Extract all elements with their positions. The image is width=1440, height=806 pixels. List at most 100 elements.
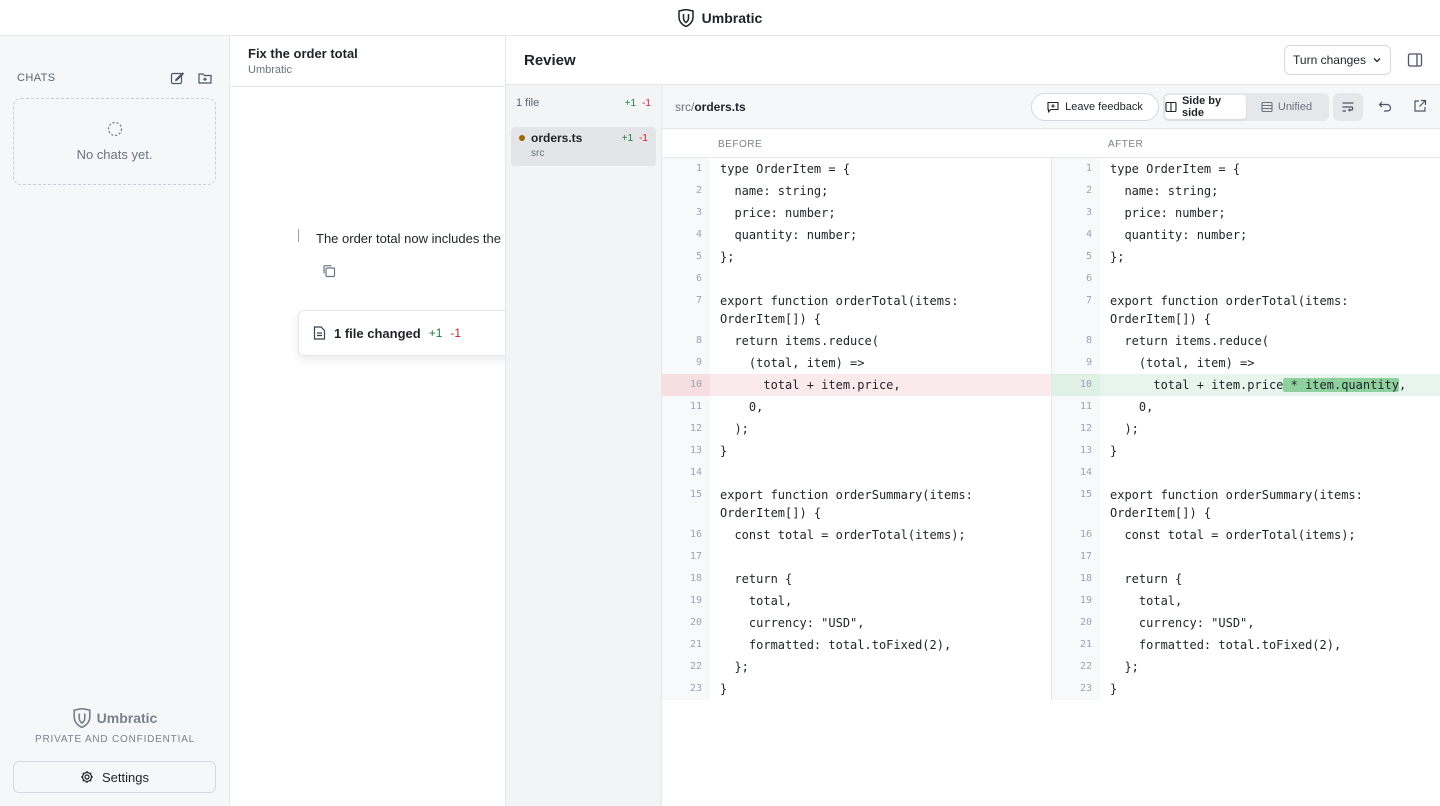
review-header: Review Turn changes	[506, 36, 1440, 85]
line-code: formatted: total.toFixed(2),	[1110, 638, 1342, 652]
added-line[interactable]: 10 total + item.price * item.quantity,	[1052, 374, 1440, 396]
code-line[interactable]: 5};	[1052, 246, 1440, 268]
code-line[interactable]: 2 name: string;	[662, 180, 1051, 202]
line-number: 5	[1052, 246, 1100, 268]
code-line[interactable]: 3 price: number;	[1052, 202, 1440, 224]
deleted-line[interactable]: 10 total + item.price,	[662, 374, 1051, 396]
code-line[interactable]: 20 currency: "USD",	[662, 612, 1051, 634]
code-line[interactable]: 11 0,	[662, 396, 1051, 418]
code-line[interactable]: 20 currency: "USD",	[1052, 612, 1440, 634]
code-line[interactable]: 16 const total = orderTotal(items);	[662, 524, 1051, 546]
code-line[interactable]: 23}	[1052, 678, 1440, 700]
line-number: 13	[662, 440, 710, 462]
code-line[interactable]: 21 formatted: total.toFixed(2),	[1052, 634, 1440, 656]
code-line[interactable]: 1 type OrderItem = {	[1052, 158, 1440, 180]
chats-header: CHATS	[17, 70, 213, 86]
assistant-message: The order total now includes the	[316, 231, 501, 246]
open-external-icon[interactable]	[1413, 99, 1429, 115]
line-code: const total = orderTotal(items);	[720, 528, 966, 542]
line-number: 7	[662, 290, 710, 330]
rows-icon	[1261, 101, 1273, 113]
side-by-side-option[interactable]: Side by side	[1165, 95, 1246, 119]
code-line[interactable]: 14	[1052, 462, 1440, 484]
code-line[interactable]: 12 );	[1052, 418, 1440, 440]
code-line[interactable]: 21 formatted: total.toFixed(2),	[662, 634, 1051, 656]
code-line[interactable]: 19 total,	[1052, 590, 1440, 612]
line-number: 15	[662, 484, 710, 524]
line-code: type OrderItem = {	[720, 162, 851, 176]
line-number: 9	[1052, 352, 1100, 374]
wrap-lines-button[interactable]	[1333, 93, 1363, 121]
view-mode-toggle: Side by side Unified	[1163, 93, 1329, 121]
chats-label: CHATS	[17, 72, 56, 84]
code-line[interactable]: 13}	[662, 440, 1051, 462]
line-code: formatted: total.toFixed(2),	[720, 638, 952, 652]
code-line[interactable]: 17	[1052, 546, 1440, 568]
undo-icon[interactable]	[1378, 99, 1394, 115]
code-line[interactable]: 9 (total, item) =>	[662, 352, 1051, 374]
code-line[interactable]: 19 total,	[662, 590, 1051, 612]
line-code: export function orderSummary(items: Orde…	[720, 488, 981, 520]
turn-changes-dropdown[interactable]: Turn changes	[1284, 45, 1391, 75]
file-list-item[interactable]: orders.ts +1 -1 src	[511, 127, 656, 166]
code-line[interactable]: 2 name: string;	[1052, 180, 1440, 202]
code-line[interactable]: 12 );	[662, 418, 1051, 440]
line-number: 20	[1052, 612, 1100, 634]
code-line[interactable]: 14	[662, 462, 1051, 484]
code-line[interactable]: 1 type OrderItem = {	[662, 158, 1051, 180]
side-by-side-label: Side by side	[1181, 95, 1222, 119]
code-line[interactable]: 4 quantity: number;	[662, 224, 1051, 246]
line-number: 10	[662, 374, 710, 396]
code-line[interactable]: 9 (total, item) =>	[1052, 352, 1440, 374]
chats-empty-state: No chats yet.	[13, 98, 216, 185]
code-line[interactable]: 23}	[662, 678, 1051, 700]
new-chat-icon[interactable]	[169, 70, 185, 86]
line-number: 3	[662, 202, 710, 224]
new-folder-icon[interactable]	[197, 70, 213, 86]
code-line[interactable]: 15 export function orderSummary(items: Or…	[1052, 484, 1440, 524]
line-code: }	[720, 444, 728, 458]
code-line[interactable]: 15 export function orderSummary(items: Or…	[662, 484, 1051, 524]
code-line[interactable]: 3 price: number;	[662, 202, 1051, 224]
code-line[interactable]: 6	[662, 268, 1051, 290]
line-number: 8	[1052, 330, 1100, 352]
line-code: return {	[1110, 572, 1183, 586]
files-changed-card[interactable]: 1 file changed +1 -1	[298, 310, 505, 356]
code-line[interactable]: 6	[1052, 268, 1440, 290]
panel-toggle-icon[interactable]	[1407, 52, 1423, 68]
sidebar-brand: Umbratic PRIVATE AND CONFIDENTIAL	[0, 708, 230, 745]
empty-chats-text: No chats yet.	[76, 147, 153, 162]
line-code: return items.reduce(	[1110, 334, 1269, 348]
code-line[interactable]: 5};	[662, 246, 1051, 268]
code-line[interactable]: 8 return items.reduce(	[1052, 330, 1440, 352]
line-number: 14	[662, 462, 710, 484]
code-line[interactable]: 4 quantity: number;	[1052, 224, 1440, 246]
code-line[interactable]: 7 export function orderTotal(items: Order…	[1052, 290, 1440, 330]
code-line[interactable]: 13}	[1052, 440, 1440, 462]
settings-button[interactable]: Settings	[13, 761, 216, 793]
code-line[interactable]: 7 export function orderTotal(items: Order…	[662, 290, 1051, 330]
line-code: total,	[1110, 594, 1183, 608]
file-icon	[313, 326, 326, 340]
loading-spinner-icon	[107, 121, 122, 137]
line-code: price: number;	[720, 206, 836, 220]
code-line[interactable]: 18 return {	[662, 568, 1051, 590]
code-line[interactable]: 16 const total = orderTotal(items);	[1052, 524, 1440, 546]
line-code: export function orderTotal(items: OrderI…	[1110, 294, 1356, 326]
unified-option[interactable]: Unified	[1246, 95, 1327, 119]
file-deletions: -1	[639, 132, 648, 144]
code-line[interactable]: 8 return items.reduce(	[662, 330, 1051, 352]
code-line[interactable]: 11 0,	[1052, 396, 1440, 418]
line-number: 21	[662, 634, 710, 656]
copy-icon[interactable]	[322, 264, 336, 278]
diff-column-headers: BEFORE AFTER	[662, 129, 1440, 158]
line-number: 1	[662, 158, 710, 180]
before-pane: 1 type OrderItem = { 2 name: string; 3 pric…	[662, 158, 1052, 700]
leave-feedback-button[interactable]: Leave feedback	[1031, 93, 1159, 121]
code-line[interactable]: 18 return {	[1052, 568, 1440, 590]
code-line[interactable]: 22 };	[662, 656, 1051, 678]
code-line[interactable]: 17	[662, 546, 1051, 568]
code-line[interactable]: 22 };	[1052, 656, 1440, 678]
